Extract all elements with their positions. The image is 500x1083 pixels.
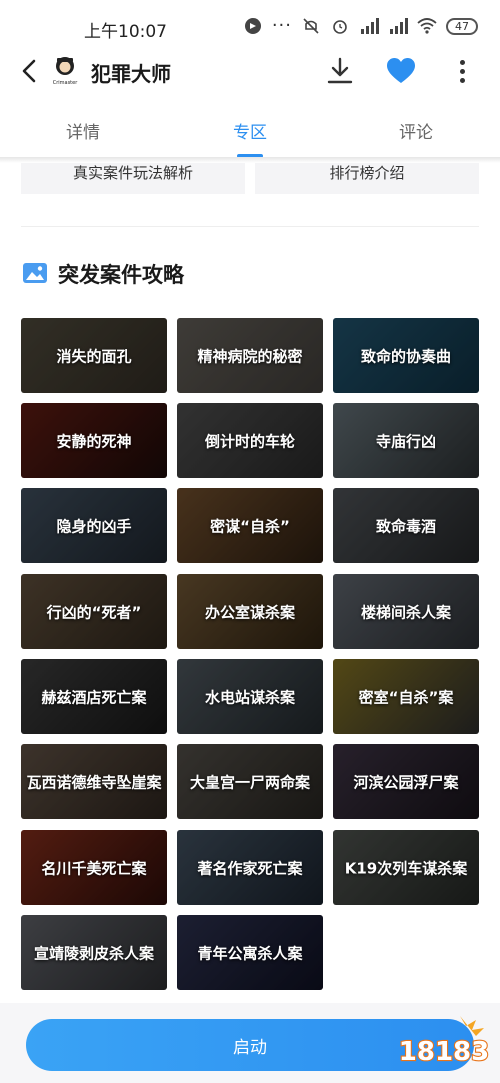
app-logo-text: Crimaster <box>53 80 79 86</box>
case-card-title: 青年公寓杀人案 <box>197 944 303 962</box>
case-card-title: 消失的面孔 <box>56 347 132 365</box>
case-card-title: 大皇宫一尸两命案 <box>189 773 310 791</box>
case-card[interactable]: 河滨公园浮尸案 <box>333 744 479 819</box>
case-card-title: 安静的死神 <box>56 432 132 450</box>
case-card[interactable]: 消失的面孔 <box>21 318 167 393</box>
case-card-title: K19次列车谋杀案 <box>344 859 468 877</box>
guide-card-label: 真实案件玩法解析 <box>72 163 193 182</box>
case-card-title: 宣靖陵剥皮杀人案 <box>33 944 154 962</box>
tab-details[interactable]: 详情 <box>66 118 100 143</box>
more-notifications-icon: ··· <box>271 15 292 36</box>
case-card-title: 致命毒酒 <box>375 517 436 535</box>
app-header: Crimaster 犯罪大师 <box>0 48 500 94</box>
tab-bar: 详情 专区 评论 <box>0 106 500 158</box>
case-card-title: 名川千美死亡案 <box>41 859 147 877</box>
case-card[interactable]: 著名作家死亡案 <box>177 830 323 905</box>
back-button[interactable] <box>16 56 42 86</box>
case-card-title: 办公室谋杀案 <box>204 603 295 621</box>
download-button[interactable] <box>325 56 355 86</box>
case-card[interactable]: 倒计时的车轮 <box>177 403 323 478</box>
wifi-icon <box>417 16 437 36</box>
back-arrow-icon <box>22 59 36 83</box>
app-logo: Crimaster <box>50 54 80 86</box>
favorite-button[interactable] <box>386 57 416 85</box>
watermark-logo: 18183 <box>390 1012 496 1074</box>
case-card-title: 倒计时的车轮 <box>204 432 295 450</box>
section-title: 突发案件攻略 <box>58 263 184 287</box>
case-card[interactable]: 安静的死神 <box>21 403 167 478</box>
case-card[interactable]: 隐身的凶手 <box>21 488 167 563</box>
app-notification-icon <box>243 16 263 36</box>
guide-card-label: 排行榜介绍 <box>329 163 405 182</box>
more-dot-icon <box>459 68 465 74</box>
more-dot-icon <box>459 59 465 65</box>
divider <box>21 226 479 227</box>
watermark-text: 18183 <box>399 1037 489 1067</box>
case-card-title: 隐身的凶手 <box>56 517 132 535</box>
mute-icon <box>301 16 321 36</box>
image-icon <box>22 262 48 284</box>
tab-bar-shadow <box>0 157 500 163</box>
case-card[interactable]: 行凶的“死者” <box>21 574 167 649</box>
download-icon <box>327 57 353 84</box>
case-card[interactable]: 宣靖陵剥皮杀人案 <box>21 915 167 990</box>
case-card-title: 行凶的“死者” <box>46 603 142 621</box>
case-card[interactable]: 致命的协奏曲 <box>333 318 479 393</box>
case-card-title: 密室“自杀”案 <box>358 688 454 706</box>
signal-hd-icon <box>359 16 379 36</box>
alarm-icon <box>330 16 350 36</box>
heart-icon <box>387 58 415 83</box>
status-icons: ··· 47 <box>243 16 478 36</box>
status-time: 上午10:07 <box>84 22 167 42</box>
case-card[interactable]: 办公室谋杀案 <box>177 574 323 649</box>
case-card[interactable]: 精神病院的秘密 <box>177 318 323 393</box>
case-card[interactable]: 密室“自杀”案 <box>333 659 479 734</box>
case-card[interactable]: K19次列车谋杀案 <box>333 830 479 905</box>
case-card-title: 密谋“自杀” <box>210 517 290 535</box>
case-card-title: 著名作家死亡案 <box>197 859 303 877</box>
case-card[interactable]: 青年公寓杀人案 <box>177 915 323 990</box>
case-card[interactable]: 致命毒酒 <box>333 488 479 563</box>
launch-button-label: 启动 <box>233 1037 267 1058</box>
case-card-title: 寺庙行凶 <box>375 432 436 450</box>
case-card-title: 水电站谋杀案 <box>204 688 295 706</box>
more-dot-icon <box>459 77 465 83</box>
case-card[interactable]: 赫兹酒店死亡案 <box>21 659 167 734</box>
case-card-title: 楼梯间杀人案 <box>360 603 451 621</box>
app-title: 犯罪大师 <box>91 62 171 86</box>
case-card[interactable]: 名川千美死亡案 <box>21 830 167 905</box>
case-card[interactable]: 大皇宫一尸两命案 <box>177 744 323 819</box>
case-card[interactable]: 密谋“自杀” <box>177 488 323 563</box>
battery-icon: 47 <box>446 17 478 35</box>
case-card-title: 致命的协奏曲 <box>360 347 451 365</box>
case-card-title: 精神病院的秘密 <box>197 347 303 365</box>
case-card[interactable]: 水电站谋杀案 <box>177 659 323 734</box>
case-card[interactable]: 寺庙行凶 <box>333 403 479 478</box>
case-card-title: 河滨公园浮尸案 <box>353 773 459 791</box>
tab-comments[interactable]: 评论 <box>399 118 433 143</box>
signal-hd-icon-2 <box>388 16 408 36</box>
case-card[interactable]: 瓦西诺德维寺坠崖案 <box>21 744 167 819</box>
case-card-title: 赫兹酒店死亡案 <box>41 688 147 706</box>
case-card[interactable]: 楼梯间杀人案 <box>333 574 479 649</box>
more-menu-button[interactable] <box>451 56 473 86</box>
case-card-title: 瓦西诺德维寺坠崖案 <box>26 773 162 791</box>
tab-zone[interactable]: 专区 <box>233 118 267 143</box>
